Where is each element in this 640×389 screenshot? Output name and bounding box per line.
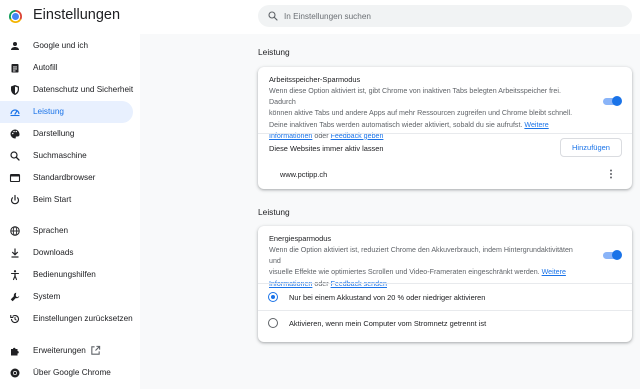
sidebar-item-label: Standardbrowser	[33, 173, 96, 182]
person-icon	[11, 42, 19, 50]
radio-label: Aktivieren, wenn mein Computer vom Strom…	[289, 319, 487, 328]
sidebar-item-suchmaschine[interactable]: Suchmaschine	[0, 145, 133, 167]
description-line: Deine inaktiven Tabs werden automatisch …	[269, 120, 549, 129]
palette-icon	[10, 129, 20, 139]
clipboard-icon	[11, 64, 19, 73]
sidebar-item-bedienungshilfen[interactable]: Bedienungshilfen	[0, 264, 133, 286]
app-header: Einstellungen	[0, 0, 640, 34]
accessibility-icon	[10, 270, 20, 281]
speedometer-icon	[10, 109, 20, 117]
sidebar-item-label: Darstellung	[33, 129, 75, 138]
sidebar-item-label: System	[33, 292, 61, 301]
divider	[258, 310, 632, 311]
sidebar-item-ueber-chrome[interactable]: Über Google Chrome	[0, 362, 133, 384]
external-link-icon	[91, 345, 101, 355]
reset-icon	[10, 314, 19, 324]
search-box[interactable]	[258, 5, 632, 27]
energy-saver-toggle[interactable]	[602, 250, 622, 260]
chrome-logo-icon	[9, 10, 22, 23]
sidebar-item-label: Sprachen	[33, 226, 69, 235]
sidebar-item-label: Über Google Chrome	[33, 368, 111, 377]
sidebar-item-label: Beim Start	[33, 195, 72, 204]
browser-icon	[9, 173, 21, 183]
shield-icon	[11, 85, 19, 95]
sidebar-item-system[interactable]: System	[0, 286, 133, 308]
memory-saver-toggle[interactable]	[602, 96, 622, 106]
add-site-button[interactable]: Hinzufügen	[560, 138, 622, 157]
sidebar-item-label: Erweiterungen	[33, 346, 86, 355]
description-line: Wenn diese Option aktiviert ist, gibt Ch…	[269, 87, 561, 107]
memory-saver-card: Arbeitsspeicher-Sparmodus Wenn diese Opt…	[258, 67, 632, 189]
sidebar-item-label: Datenschutz und Sicherheit	[33, 85, 134, 94]
learn-more-link[interactable]: Weitere	[542, 268, 566, 276]
sidebar-item-label: Einstellungen zurücksetzen	[33, 314, 133, 323]
page-title: Einstellungen	[33, 7, 121, 23]
section-title-leistung: Leistung	[258, 47, 290, 57]
description-line: visuelle Effekte wie optimiertes Scrolle…	[269, 268, 566, 277]
sidebar-item-google-und-ich[interactable]: Google und ich	[0, 35, 133, 57]
search-input[interactable]	[284, 5, 614, 27]
memory-saver-heading: Arbeitsspeicher-Sparmodus	[269, 75, 361, 84]
sidebar: Google und ich Autofill Datenschutz und …	[0, 34, 140, 389]
sidebar-item-autofill[interactable]: Autofill	[0, 57, 133, 79]
chrome-icon	[10, 368, 20, 378]
sidebar-item-label: Suchmaschine	[33, 151, 87, 160]
radio-unplugged[interactable]	[268, 318, 278, 328]
divider	[258, 283, 632, 284]
radio-label: Nur bei einem Akkustand von 20 % oder ni…	[289, 293, 486, 302]
section-title-leistung: Leistung	[258, 207, 290, 217]
divider	[258, 133, 632, 134]
globe-icon	[10, 226, 20, 236]
sidebar-item-zuruecksetzen[interactable]: Einstellungen zurücksetzen	[0, 308, 133, 330]
search-icon	[268, 11, 278, 21]
sidebar-item-leistung[interactable]: Leistung	[0, 101, 133, 123]
sidebar-item-sprachen[interactable]: Sprachen	[0, 220, 133, 242]
more-vert-icon[interactable]	[607, 168, 615, 180]
sidebar-item-darstellung[interactable]: Darstellung	[0, 123, 133, 145]
sidebar-item-label: Bedienungshilfen	[33, 270, 96, 279]
sidebar-item-datenschutz[interactable]: Datenschutz und Sicherheit	[0, 79, 133, 101]
sidebar-item-downloads[interactable]: Downloads	[0, 242, 133, 264]
sidebar-item-label: Downloads	[33, 248, 74, 257]
sidebar-item-label: Google und ich	[33, 41, 89, 50]
wrench-icon	[10, 292, 20, 302]
description-line: Informationen oder Feedback senden	[269, 279, 575, 290]
puzzle-icon	[11, 347, 19, 356]
description-line: Wenn die Option aktiviert ist, reduziert…	[269, 246, 573, 266]
energy-saver-card: Energiesparmodus Wenn die Option aktivie…	[258, 226, 632, 342]
energy-saver-heading: Energiesparmodus	[269, 234, 332, 243]
sidebar-item-erweiterungen[interactable]: Erweiterungen	[0, 340, 133, 362]
sidebar-item-label: Autofill	[33, 63, 58, 72]
learn-more-link[interactable]: Weitere	[524, 121, 548, 129]
always-active-sites-label: Diese Websites immer aktiv lassen	[269, 144, 384, 153]
search-icon	[10, 151, 20, 161]
sidebar-item-standardbrowser[interactable]: Standardbrowser	[0, 167, 133, 189]
description-line: können aktive Tabs und andere Apps auf m…	[269, 109, 573, 118]
radio-battery-20-percent[interactable]	[268, 292, 278, 302]
download-icon	[11, 248, 19, 258]
power-icon	[10, 194, 20, 205]
sidebar-item-label: Leistung	[33, 107, 64, 116]
site-entry: www.pctipp.ch	[280, 170, 328, 179]
sidebar-item-beim-start[interactable]: Beim Start	[0, 189, 133, 211]
